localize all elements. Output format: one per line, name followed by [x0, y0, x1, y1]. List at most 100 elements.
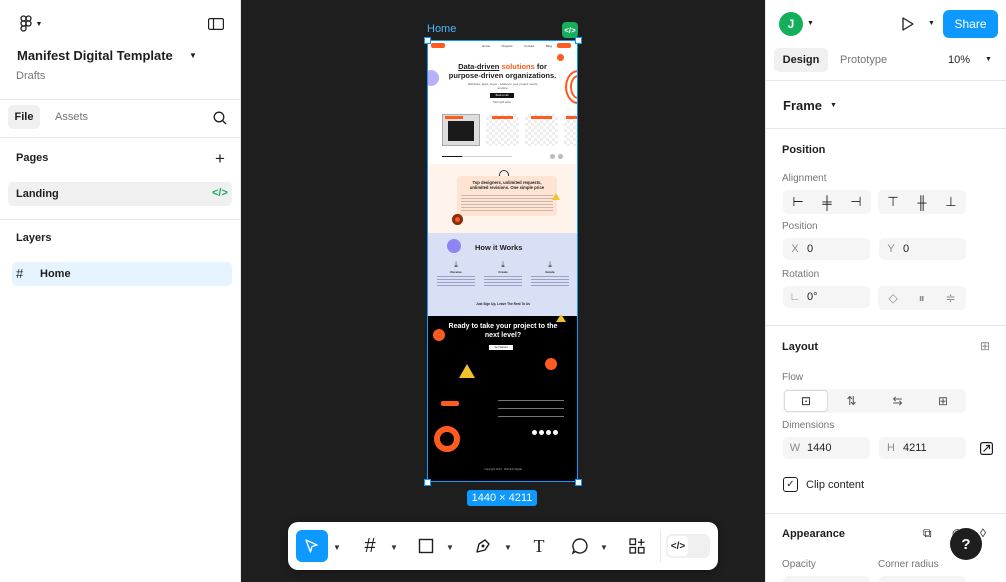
align-top-icon[interactable]: ⊤	[887, 194, 898, 210]
x-label: X	[791, 243, 799, 255]
plus-icon: +	[215, 148, 225, 168]
resize-handle[interactable]	[424, 479, 431, 486]
chevron-down-icon[interactable]: ▼	[600, 543, 608, 552]
flip-horizontal-icon[interactable]: ⏸	[919, 291, 925, 306]
layout-guide-icon[interactable]: ⊞	[980, 339, 990, 353]
page-item-landing[interactable]: Landing </>	[8, 182, 232, 206]
chevron-down-icon[interactable]: ▼	[928, 20, 935, 27]
x-input[interactable]: X0	[783, 238, 870, 260]
align-left-icon[interactable]: ⊢	[792, 194, 803, 210]
comment-tool-button[interactable]	[564, 530, 596, 562]
tab-prototype[interactable]: Prototype	[840, 54, 887, 66]
resize-handle[interactable]	[575, 37, 582, 44]
share-button[interactable]: Share	[943, 10, 998, 38]
search-button[interactable]	[210, 108, 230, 128]
zoom-level[interactable]: 10%	[948, 54, 970, 66]
resize-handle[interactable]	[424, 37, 431, 44]
sidebar-icon	[208, 18, 224, 30]
layout-title: Layout	[782, 341, 819, 353]
clip-content-label[interactable]: Clip content	[806, 479, 864, 491]
tab-assets[interactable]: Assets	[55, 111, 88, 123]
dimensions-label: Dimensions	[782, 420, 835, 431]
resize-to-fit-icon	[979, 441, 993, 455]
flow-horizontal-icon[interactable]: ⇆	[875, 390, 920, 412]
flow-freeform-icon[interactable]: ⊡	[784, 390, 828, 412]
clip-content-checkbox[interactable]: ✓	[783, 477, 798, 492]
divider	[0, 137, 240, 138]
chevron-down-icon[interactable]: ▼	[446, 543, 454, 552]
transform-group: ◇ ⏸ ≑	[878, 286, 966, 310]
divider	[766, 128, 1006, 129]
toggle-sidebar-button[interactable]	[206, 14, 226, 34]
file-name[interactable]: Manifest Digital Template	[17, 48, 173, 63]
frame-icon: #	[16, 266, 24, 281]
figma-menu-button[interactable]: ▼	[16, 13, 46, 35]
rotation-input[interactable]: ∟ 0°	[783, 286, 870, 308]
tab-file[interactable]: File	[8, 105, 40, 129]
resize-to-fit-button[interactable]	[978, 440, 994, 456]
width-input[interactable]: W 1440	[783, 437, 870, 459]
shape-tool-button[interactable]	[410, 530, 442, 562]
bottom-toolbar: ▼ # ▼ ▼ ▼ T ▼ </>	[288, 522, 718, 570]
tab-design[interactable]: Design	[774, 48, 828, 72]
layers-title: Layers	[16, 232, 52, 244]
avatar[interactable]: J	[779, 12, 803, 36]
add-page-button[interactable]: +	[210, 148, 230, 168]
opacity-input[interactable]	[783, 576, 870, 582]
height-input[interactable]: H 4211	[879, 437, 966, 459]
flow-grid-icon[interactable]: ⊞	[921, 390, 965, 412]
selection-outline	[427, 40, 578, 482]
height-value: 4211	[903, 442, 927, 454]
rotation-label: Rotation	[782, 269, 820, 280]
move-tool-button[interactable]	[296, 530, 328, 562]
rotation-icon: ∟	[789, 291, 801, 303]
chevron-down-icon[interactable]: ▼	[985, 56, 992, 63]
pen-tool-button[interactable]	[467, 530, 499, 562]
play-icon	[902, 17, 914, 31]
text-tool-button[interactable]: T	[523, 530, 555, 562]
pages-title: Pages	[16, 152, 49, 164]
file-location[interactable]: Drafts	[16, 70, 45, 82]
divider	[766, 80, 1006, 81]
chevron-down-icon[interactable]: ▼	[807, 20, 814, 27]
chevron-down-icon[interactable]: ▼	[830, 102, 837, 109]
flip-vertical-icon[interactable]: ≑	[945, 291, 955, 305]
dev-status-badge[interactable]: </>	[562, 22, 578, 38]
dev-mode-icon: </>	[212, 187, 228, 199]
align-middle-icon[interactable]: ╫	[917, 195, 926, 210]
resize-handle[interactable]	[575, 479, 582, 486]
page-item-label: Landing	[16, 188, 59, 200]
rotate-icon[interactable]: ◇	[888, 291, 897, 305]
chevron-down-icon[interactable]: ▼	[504, 543, 512, 552]
left-panel: ▼ Manifest Digital Template ▼ Drafts Fil…	[0, 0, 241, 582]
alignment-group-horizontal: ⊢ ╪ ⊣	[783, 190, 871, 214]
actions-button[interactable]	[621, 530, 653, 562]
layer-item-home[interactable]: # Home	[12, 262, 232, 286]
comment-icon	[571, 538, 588, 555]
rectangle-icon	[418, 538, 434, 554]
frame-type-select[interactable]: Frame	[783, 98, 822, 113]
y-input[interactable]: Y0	[879, 238, 966, 260]
chevron-down-icon[interactable]: ▼	[390, 543, 398, 552]
figma-logo-icon	[19, 15, 32, 32]
chevron-down-icon: ▼	[35, 20, 43, 28]
frame-icon: #	[364, 534, 376, 557]
layer-item-label: Home	[40, 268, 71, 280]
frame-label[interactable]: Home	[427, 23, 456, 35]
divider	[0, 99, 240, 100]
styles-icon[interactable]: ⧉	[923, 526, 932, 541]
frame-tool-button[interactable]: #	[354, 530, 386, 562]
align-right-icon[interactable]: ⊣	[850, 194, 861, 210]
help-button[interactable]: ?	[950, 528, 982, 560]
flow-vertical-icon[interactable]: ⇅	[829, 390, 874, 412]
present-button[interactable]	[898, 14, 918, 34]
corner-radius-label: Corner radius	[878, 559, 939, 570]
align-bottom-icon[interactable]: ⊥	[945, 194, 956, 210]
text-icon: T	[533, 535, 545, 556]
chevron-down-icon[interactable]: ▼	[333, 543, 341, 552]
align-center-horizontal-icon[interactable]: ╪	[822, 195, 831, 210]
corner-radius-input[interactable]	[879, 576, 966, 582]
dev-mode-toggle[interactable]: </>	[666, 534, 710, 558]
h-label: H	[887, 442, 895, 454]
file-name-chevron-icon[interactable]: ▼	[189, 51, 197, 60]
